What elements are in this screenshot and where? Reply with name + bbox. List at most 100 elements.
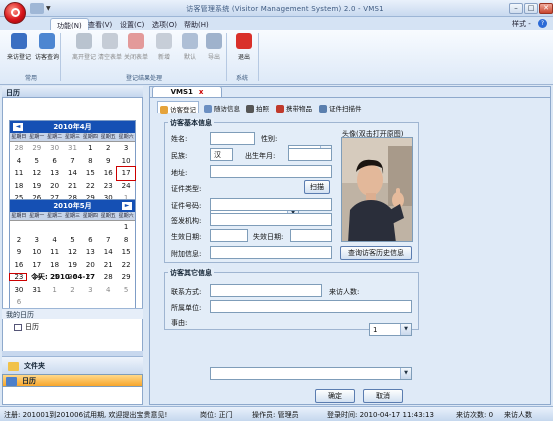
calendar-day[interactable]: 9 <box>99 155 117 168</box>
calendar-day[interactable]: 20 <box>46 180 64 193</box>
calendar-day[interactable]: 15 <box>117 246 135 259</box>
calendar-day[interactable]: 19 <box>64 259 82 272</box>
ribbon-button-2[interactable]: 离开登记 <box>70 33 98 67</box>
calendar-day[interactable]: 17 <box>28 259 46 272</box>
calendar-day[interactable]: 10 <box>117 155 135 168</box>
calendar-day[interactable]: 23 <box>99 180 117 193</box>
ribbon-button-3[interactable]: 清空表单 <box>96 33 124 67</box>
calendar-day[interactable]: 21 <box>64 180 82 193</box>
extra-info-input[interactable] <box>210 246 332 259</box>
calendar-grid[interactable]: 1 2 3 4 5 6 7 8 9 10 11 12 13 14 15 16 17 18 19 20 21 22 23 24 2… <box>10 221 135 309</box>
calendar-day[interactable]: 18 <box>46 259 64 272</box>
issuer-input[interactable] <box>210 213 332 226</box>
calendar-day[interactable]: 5 <box>64 234 82 247</box>
close-button[interactable]: ✕ <box>539 3 553 14</box>
calendar-day[interactable]: 14 <box>64 167 82 180</box>
calendar-day[interactable]: 13 <box>81 246 99 259</box>
calendar-may[interactable]: 2010年5月 ► 星期日 星期一 星期二 星期三 星期四 星期五 星期六 12345678… <box>9 199 136 310</box>
contact-input[interactable] <box>210 284 322 297</box>
tab-visitor-register[interactable]: 访客登记 <box>157 101 199 114</box>
calendar-day[interactable]: 9 <box>10 246 28 259</box>
next-month-icon[interactable]: ► <box>122 202 132 210</box>
prev-month-icon[interactable]: ◄ <box>13 123 23 131</box>
calendar-day[interactable]: 10 <box>28 246 46 259</box>
nav-calendar-button[interactable]: 日历 <box>2 374 143 387</box>
calendar-day[interactable]: 30 <box>46 142 64 155</box>
calendar-day[interactable]: 13 <box>46 167 64 180</box>
ribbon-button-7[interactable]: 导出 <box>200 33 228 67</box>
visitor-count-select[interactable]: 1 ▼ <box>369 323 412 336</box>
menu-settings[interactable]: 设置(C) <box>114 18 150 30</box>
calendar-day[interactable]: 4 <box>46 234 64 247</box>
calendar-day[interactable]: 19 <box>28 180 46 193</box>
calendar-day[interactable]: 2 <box>64 284 82 297</box>
calendar-day[interactable]: 1 <box>81 142 99 155</box>
calendar-day[interactable]: 31 <box>64 142 82 155</box>
calendar-day[interactable]: 16 <box>10 259 28 272</box>
calendar-day[interactable]: 15 <box>81 167 99 180</box>
calendar-day[interactable]: 12 <box>28 167 46 180</box>
calendar-day[interactable]: 31 <box>28 284 46 297</box>
calendar-day[interactable]: 17 <box>116 166 136 181</box>
ribbon-button-4[interactable]: 关闭表单 <box>122 33 150 67</box>
unit-input[interactable] <box>210 300 412 313</box>
calendar-day[interactable]: 3 <box>117 142 135 155</box>
birth-input[interactable] <box>288 148 332 161</box>
today-indicator[interactable]: 今天: 2010-04-17 <box>9 272 136 283</box>
ok-button[interactable]: 确定 <box>315 389 355 403</box>
ribbon-button-8[interactable]: 退出 <box>230 33 258 67</box>
calendar-day[interactable]: 1 <box>117 221 135 234</box>
calendar-day[interactable]: 22 <box>81 180 99 193</box>
menu-help[interactable]: 帮助(H) <box>178 18 215 30</box>
calendar-day[interactable]: 12 <box>64 246 82 259</box>
valid-date-input[interactable] <box>210 229 248 242</box>
calendar-day[interactable]: 20 <box>81 259 99 272</box>
calendar-day[interactable]: 8 <box>81 155 99 168</box>
tab-photo[interactable]: 拍照 <box>244 101 271 113</box>
scan-button[interactable]: 扫描 <box>304 180 330 194</box>
calendar-day[interactable]: 2 <box>10 234 28 247</box>
calendar-day[interactable]: 8 <box>117 234 135 247</box>
help-icon[interactable]: ? <box>538 19 547 28</box>
expire-date-input[interactable] <box>290 229 332 242</box>
calendar-day[interactable]: 4 <box>99 284 117 297</box>
style-menu[interactable]: 样式 - <box>512 19 531 29</box>
calendar-day[interactable]: 24 <box>117 180 135 193</box>
cancel-button[interactable]: 取消 <box>363 389 403 403</box>
nav-folder-button[interactable]: 文件夹 <box>2 356 143 375</box>
calendar-day[interactable]: 4 <box>10 155 28 168</box>
calendar-day[interactable]: 11 <box>10 167 28 180</box>
calendar-list-item[interactable]: 日历 <box>14 321 134 332</box>
calendar-day[interactable]: 29 <box>28 142 46 155</box>
quick-access-icon[interactable] <box>30 3 44 14</box>
calendar-day[interactable]: 3 <box>81 284 99 297</box>
close-tab-icon[interactable]: x <box>199 88 204 96</box>
calendar-day[interactable]: 7 <box>99 234 117 247</box>
calendar-day[interactable]: 5 <box>28 155 46 168</box>
calendar-day[interactable]: 6 <box>10 296 28 309</box>
ribbon-button-0[interactable]: 来访登记 <box>5 33 33 67</box>
ethnic-input[interactable]: 汉 <box>210 148 233 161</box>
calendar-day[interactable]: 28 <box>10 142 28 155</box>
ribbon-button-5[interactable]: 新增 <box>150 33 178 67</box>
history-query-button[interactable]: 查询访客历史信息 <box>340 246 412 260</box>
tab-followup[interactable]: 随访信息 <box>202 101 242 113</box>
calendar-day[interactable]: 3 <box>28 234 46 247</box>
maximize-button[interactable]: □ <box>524 3 538 14</box>
id-number-input[interactable] <box>210 198 332 211</box>
name-input[interactable] <box>210 132 255 145</box>
calendar-day[interactable]: 14 <box>99 246 117 259</box>
minimize-button[interactable]: – <box>509 3 523 14</box>
reason-select[interactable]: ▼ <box>210 367 412 380</box>
calendar-day[interactable]: 30 <box>10 284 28 297</box>
calendar-day[interactable]: 16 <box>99 167 117 180</box>
ribbon-button-1[interactable]: 访客查询 <box>33 33 61 67</box>
tab-items[interactable]: 携带物品 <box>274 101 314 113</box>
calendar-day[interactable]: 1 <box>46 284 64 297</box>
calendar-day[interactable]: 7 <box>64 155 82 168</box>
calendar-day[interactable]: 11 <box>46 246 64 259</box>
calendar-day[interactable]: 6 <box>46 155 64 168</box>
checkbox[interactable] <box>14 323 22 331</box>
calendar-april[interactable]: ◄ 2010年4月 星期日 星期一 星期二 星期三 星期四 星期五 星期六 28 29 30 31… <box>9 120 136 206</box>
quick-access-dropdown[interactable]: ▼ <box>46 5 51 12</box>
